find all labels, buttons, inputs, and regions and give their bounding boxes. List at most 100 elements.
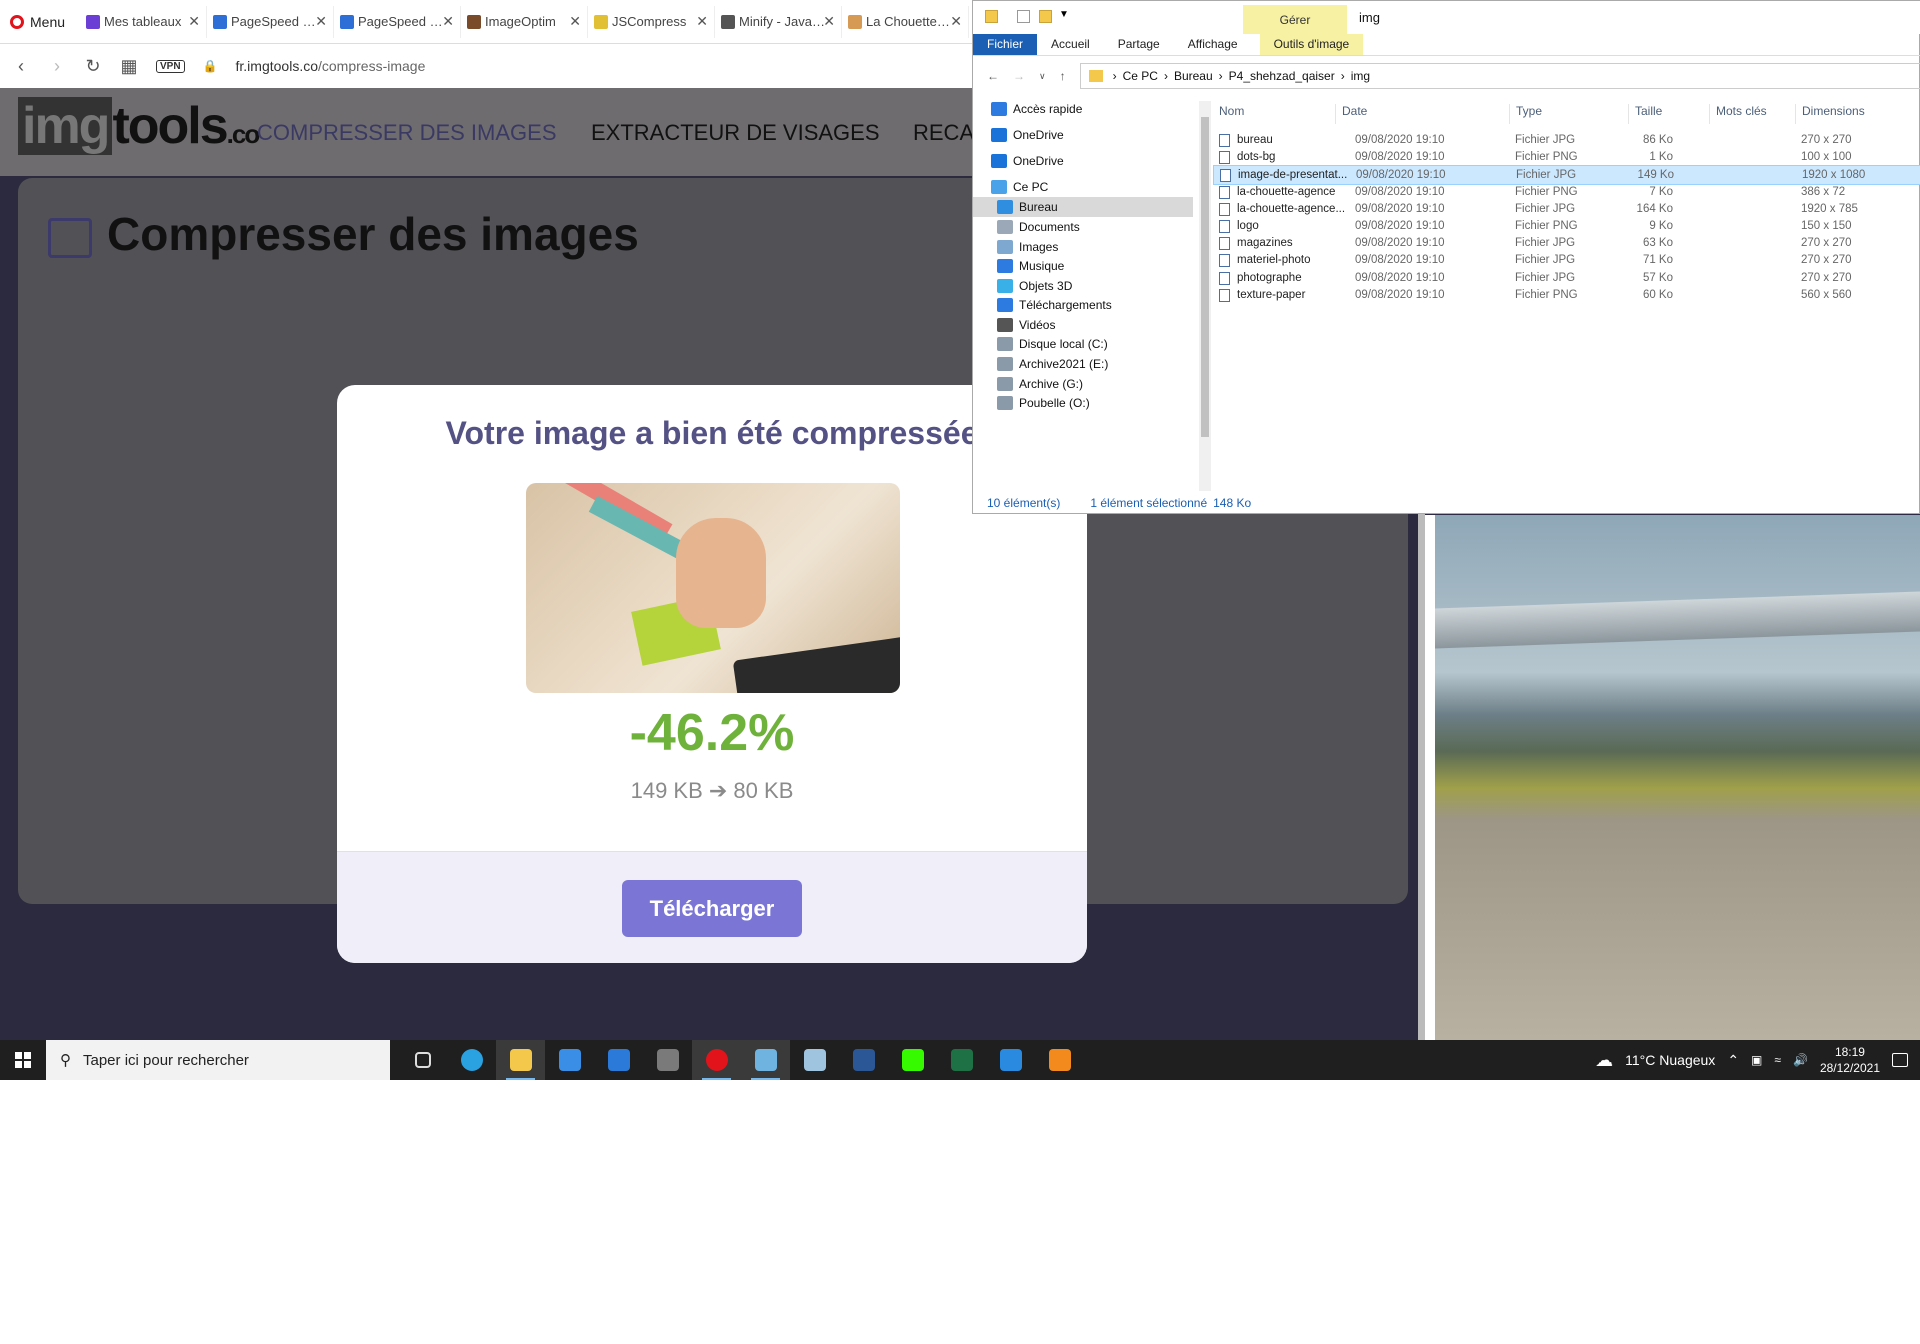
- cloud-icon[interactable]: ☁: [1595, 1050, 1613, 1071]
- file-dimensions: 150 x 150: [1801, 220, 1852, 232]
- new-folder-icon[interactable]: [1039, 10, 1052, 23]
- nav-item[interactable]: OneDrive: [973, 151, 1193, 171]
- chevron-up-icon[interactable]: ⌃: [1727, 1052, 1739, 1069]
- nav-item[interactable]: Ce PC: [973, 177, 1193, 197]
- file-type: Fichier JPG: [1515, 237, 1576, 250]
- col-size[interactable]: Taille: [1628, 104, 1662, 124]
- browser-tab[interactable]: PageSpeed Insights✕: [334, 5, 461, 38]
- clock-date: 28/12/2021: [1819, 1061, 1880, 1075]
- browser-tab[interactable]: Mes tableaux ✕: [80, 5, 207, 38]
- excel-icon[interactable]: [937, 1040, 986, 1080]
- browser-tab[interactable]: Minify - JavaScript✕: [715, 5, 842, 38]
- wifi-icon[interactable]: ≈: [1774, 1053, 1781, 1067]
- clock[interactable]: 18:19 28/12/2021: [1820, 1044, 1880, 1076]
- nav-item[interactable]: OneDrive: [973, 125, 1193, 145]
- col-keywords[interactable]: Mots clés: [1709, 104, 1767, 124]
- nav-item[interactable]: Archive (G:): [973, 374, 1193, 394]
- nav-item[interactable]: Objets 3D: [973, 276, 1193, 296]
- nav-item[interactable]: Poubelle (O:): [973, 393, 1193, 413]
- col-name[interactable]: Nom: [1213, 104, 1244, 124]
- nav-face-extractor[interactable]: EXTRACTEUR DE VISAGES: [591, 120, 880, 146]
- browser-tab[interactable]: PageSpeed Insights✕: [207, 5, 334, 38]
- forward-arrow-icon[interactable]: →: [1013, 69, 1025, 83]
- notes-icon[interactable]: [790, 1040, 839, 1080]
- opera-icon[interactable]: [692, 1040, 741, 1080]
- word-icon[interactable]: [839, 1040, 888, 1080]
- nav-item[interactable]: Musique: [973, 256, 1193, 276]
- file-row[interactable]: texture-paper 09/08/2020 19:10 Fichier PNG…: [1213, 286, 1920, 306]
- file-explorer-icon[interactable]: [496, 1040, 545, 1080]
- close-tab-icon[interactable]: ✕: [315, 13, 327, 30]
- vscode-icon[interactable]: [986, 1040, 1035, 1080]
- breadcrumb-img[interactable]: img: [1351, 69, 1370, 83]
- volume-icon[interactable]: 🔊: [1793, 1053, 1808, 1067]
- ribbon-tab-share[interactable]: Partage: [1104, 34, 1174, 55]
- ribbon-tab-image-tools[interactable]: Outils d'image: [1259, 34, 1364, 55]
- nav-item[interactable]: Accès rapide: [973, 99, 1193, 119]
- col-type[interactable]: Type: [1509, 104, 1542, 124]
- close-tab-icon[interactable]: ✕: [823, 13, 835, 30]
- nav-item[interactable]: Vidéos: [973, 315, 1193, 335]
- ribbon-tab-home[interactable]: Accueil: [1037, 34, 1104, 55]
- col-dimensions[interactable]: Dimensions: [1795, 104, 1865, 124]
- nav-item[interactable]: Archive2021 (E:): [973, 354, 1193, 374]
- ribbon-tab-view[interactable]: Affichage: [1174, 34, 1252, 55]
- nav-item[interactable]: Images: [973, 237, 1193, 257]
- back-icon[interactable]: ‹: [12, 56, 30, 77]
- nav-scrollbar[interactable]: [1199, 101, 1211, 491]
- lock-icon[interactable]: 🔒: [203, 59, 218, 73]
- calculator-icon[interactable]: [643, 1040, 692, 1080]
- taskbar-search[interactable]: ⚲ Taper ici pour rechercher: [46, 1040, 390, 1080]
- breadcrumb-bureau[interactable]: Bureau: [1174, 69, 1213, 83]
- paint-icon[interactable]: [741, 1040, 790, 1080]
- url-field[interactable]: fr.imgtools.co/compress-image: [236, 58, 426, 74]
- file-dimensions: 100 x 100: [1801, 151, 1852, 164]
- imgtools-logo[interactable]: imgtools.co: [18, 96, 260, 156]
- nav-item[interactable]: Téléchargements: [973, 295, 1193, 315]
- col-date[interactable]: Date: [1335, 104, 1367, 124]
- file-date: 09/08/2020 19:10: [1355, 288, 1445, 301]
- close-tab-icon[interactable]: ✕: [442, 13, 454, 30]
- mail-icon[interactable]: [594, 1040, 643, 1080]
- nav-compress-images[interactable]: COMPRESSER DES IMAGES: [257, 120, 557, 146]
- close-tab-icon[interactable]: ✕: [696, 13, 708, 30]
- close-tab-icon[interactable]: ✕: [569, 13, 581, 30]
- nav-item[interactable]: Bureau: [973, 197, 1193, 217]
- reload-icon[interactable]: ↻: [84, 56, 102, 77]
- notification-icon[interactable]: [1892, 1053, 1908, 1067]
- download-button[interactable]: Télécharger: [622, 880, 802, 937]
- nav-scroll-thumb[interactable]: [1201, 117, 1209, 437]
- breadcrumb[interactable]: › Ce PC › Bureau › P4_shehzad_qaiser › i…: [1079, 63, 1920, 89]
- close-tab-icon[interactable]: ✕: [188, 13, 200, 30]
- forward-icon[interactable]: ›: [48, 56, 66, 77]
- breadcrumb-ce-pc[interactable]: Ce PC: [1123, 69, 1158, 83]
- manage-context-tab[interactable]: Gérer: [1243, 5, 1347, 34]
- nav-crop[interactable]: RECA: [913, 120, 974, 146]
- browser-tab[interactable]: ImageOptim ✕: [461, 5, 588, 38]
- folder-icon[interactable]: [985, 10, 998, 23]
- up-arrow-icon[interactable]: ↑: [1060, 69, 1066, 83]
- task-view-icon[interactable]: [398, 1040, 447, 1080]
- browser-tab[interactable]: JSCompress ✕: [588, 5, 715, 38]
- browser-tab[interactable]: La Chouette Agence✕: [842, 5, 969, 38]
- dreamweaver-icon[interactable]: [888, 1040, 937, 1080]
- start-button[interactable]: [0, 1040, 46, 1080]
- back-arrow-icon[interactable]: ←: [987, 69, 999, 83]
- recent-dropdown-icon[interactable]: ∨: [1039, 71, 1046, 82]
- breadcrumb-project[interactable]: P4_shehzad_qaiser: [1229, 69, 1335, 83]
- opera-menu-button[interactable]: Menu: [10, 14, 80, 30]
- nav-item[interactable]: Documents: [973, 217, 1193, 237]
- ribbon-tab-file[interactable]: Fichier: [973, 34, 1038, 55]
- app-glyph: [558, 1049, 581, 1071]
- qat-dropdown-icon[interactable]: ▼: [1059, 9, 1069, 20]
- close-tab-icon[interactable]: ✕: [950, 13, 962, 30]
- sublime-icon[interactable]: [1035, 1040, 1084, 1080]
- store-icon[interactable]: [545, 1040, 594, 1080]
- vpn-badge[interactable]: VPN: [156, 59, 185, 73]
- properties-icon[interactable]: [1017, 10, 1030, 23]
- speed-dial-icon[interactable]: ▦: [120, 56, 138, 77]
- weather-text[interactable]: 11°C Nuageux: [1625, 1052, 1715, 1068]
- meet-now-icon[interactable]: ▣: [1751, 1053, 1762, 1067]
- edge-icon[interactable]: [447, 1040, 496, 1080]
- nav-item[interactable]: Disque local (C:): [973, 334, 1193, 354]
